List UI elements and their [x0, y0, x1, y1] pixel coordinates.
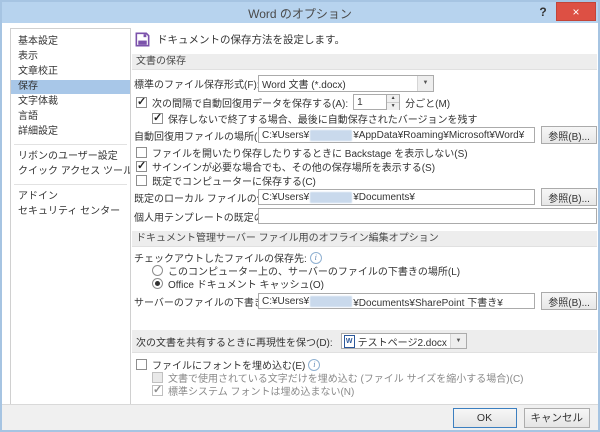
browse-server-drafts-button[interactable]: 参照(B)... — [541, 292, 597, 310]
autorecover-suffix-label: 分ごと(M) — [405, 98, 451, 110]
panel-header: ドキュメントの保存方法を設定します。 — [134, 30, 597, 48]
save-options-panel: ドキュメントの保存方法を設定します。 文書の保存 標準のファイル保存形式(F):… — [132, 26, 597, 398]
sidebar-item-display[interactable]: 表示 — [11, 50, 130, 64]
sidebar-divider — [14, 184, 127, 185]
file-format-label: 標準のファイル保存形式(F): — [134, 79, 258, 91]
browse-autorecover-button[interactable]: 参照(B)... — [541, 126, 597, 144]
sidebar-item-typography[interactable]: 文字体裁 — [11, 95, 130, 109]
check-icon: ✓ — [137, 159, 147, 172]
minutes-spinner[interactable]: ▲ ▼ — [387, 94, 401, 110]
check-icon: ✓ — [153, 111, 163, 124]
fidelity-doc-value: テストページ2.docx — [357, 337, 447, 349]
path-prefix: C:¥Users¥ — [262, 191, 310, 203]
office-cache-radio-label: Office ドキュメント キャッシュ(O) — [168, 280, 324, 291]
help-button[interactable]: ? — [534, 3, 552, 21]
sidebar-item-advanced[interactable]: 詳細設定 — [11, 125, 130, 139]
office-cache-radio-row: Office ドキュメント キャッシュ(O) — [152, 277, 597, 291]
local-path-input[interactable]: C:¥Users¥ ¥Documents¥ — [258, 189, 536, 205]
sidebar-item-general[interactable]: 基本設定 — [11, 35, 130, 49]
autorecover-path-input[interactable]: C:¥Users¥ ¥AppData¥Roaming¥Microsoft¥Wor… — [258, 127, 536, 143]
dropdown-arrow-icon[interactable]: ▼ — [417, 75, 433, 91]
info-icon[interactable]: i — [309, 251, 322, 264]
check-icon: ✓ — [153, 384, 163, 396]
server-drafts-radio[interactable] — [152, 265, 163, 276]
path-suffix: ¥AppData¥Roaming¥Microsoft¥Word¥ — [353, 129, 525, 141]
autorecover-checkbox[interactable]: ✓ — [136, 95, 147, 108]
local-path-row: 既定のローカル ファイルの保存場所(I): C:¥Users¥ ¥Documen… — [134, 188, 597, 206]
dialog-footer: OK キャンセル — [2, 404, 598, 430]
save-to-computer-checkbox[interactable] — [136, 174, 147, 186]
server-drafts-path-row: サーバーのファイルの下書きの場所(V): C:¥Users¥ ¥Document… — [134, 292, 597, 310]
section-fidelity: 次の文書を共有するときに再現性を保つ(D): W テストページ2.docx ▼ — [132, 330, 597, 353]
check-icon: ✓ — [137, 95, 147, 108]
fidelity-label: 次の文書を共有するときに再現性を保つ(D): — [136, 337, 333, 349]
sidebar-item-addins[interactable]: アドイン — [11, 190, 130, 204]
redacted-username — [310, 191, 353, 203]
save-floppy-icon — [135, 32, 150, 46]
path-prefix: C:¥Users¥ — [262, 129, 310, 141]
template-path-input[interactable] — [258, 208, 597, 224]
autorecover-row: ✓ 次の間隔で自動回復用データを保存する(A): 1 ▲ ▼ 分ごと(M) — [136, 93, 597, 111]
browse-local-button[interactable]: 参照(B)... — [541, 188, 597, 206]
server-drafts-path-input[interactable]: C:¥Users¥ ¥Documents¥SharePoint 下書き¥ — [258, 293, 536, 309]
word-doc-icon: W — [343, 334, 355, 348]
autorecover-label: 次の間隔で自動回復用データを保存する(A): — [152, 98, 349, 110]
keep-unsaved-checkbox[interactable]: ✓ — [152, 111, 163, 124]
show-places-checkbox[interactable]: ✓ — [136, 159, 147, 172]
no-backstage-label: ファイルを開いたり保存したりするときに Backstage を表示しない(S) — [152, 148, 468, 160]
section-offline-editing: ドキュメント管理サーバー ファイル用のオフライン編集オプション — [132, 231, 597, 247]
keep-unsaved-label: 保存しないで終了する場合、最後に自動保存されたバージョンを残す — [168, 114, 478, 126]
path-prefix: C:¥Users¥ — [262, 295, 310, 307]
path-suffix: ¥Documents¥SharePoint 下書き¥ — [353, 297, 503, 309]
autorecover-minutes-input[interactable]: 1 — [353, 94, 388, 110]
dropdown-arrow-icon[interactable]: ▼ — [449, 334, 466, 348]
no-system-fonts-checkbox: ✓ — [152, 384, 163, 396]
sidebar-item-trust-center[interactable]: セキュリティ センター — [11, 205, 130, 219]
no-system-fonts-row: ✓ 標準システム フォントは埋め込まない(N) — [152, 384, 597, 398]
no-system-fonts-label: 標準システム フォントは埋め込まない(N) — [168, 387, 355, 398]
embed-used-only-checkbox — [152, 372, 163, 383]
info-icon[interactable]: i — [308, 358, 321, 371]
sidebar-divider — [14, 144, 127, 145]
close-button[interactable]: × — [556, 2, 596, 21]
template-path-row: 個人用テンプレートの既定の場所(T): — [134, 207, 597, 225]
fidelity-doc-select[interactable]: W テストページ2.docx ▼ — [340, 333, 467, 349]
embed-fonts-checkbox[interactable] — [136, 359, 147, 370]
title-bar: Word のオプション ? × — [2, 2, 598, 23]
local-path-label: 既定のローカル ファイルの保存場所(I): — [134, 193, 258, 205]
save-to-computer-label: 既定でコンピューターに保存する(C) — [152, 176, 316, 188]
path-suffix: ¥Documents¥ — [353, 191, 415, 203]
word-options-dialog: Word のオプション ? × 基本設定 表示 文章校正 保存 文字体裁 言語 … — [0, 0, 600, 432]
file-format-select[interactable]: Word 文書 (*.docx) ▼ — [258, 74, 434, 92]
show-places-label: サインインが必要な場合でも、その他の保存場所を表示する(S) — [152, 162, 436, 174]
no-backstage-checkbox[interactable] — [136, 146, 147, 158]
spin-up-icon[interactable]: ▲ — [387, 95, 400, 103]
template-path-label: 個人用テンプレートの既定の場所(T): — [134, 212, 258, 224]
keep-unsaved-row: ✓ 保存しないで終了する場合、最後に自動保存されたバージョンを残す — [152, 111, 597, 126]
sidebar-item-customize-ribbon[interactable]: リボンのユーザー設定 — [11, 150, 130, 164]
show-places-row: ✓ サインインが必要な場合でも、その他の保存場所を表示する(S) — [136, 159, 597, 174]
server-drafts-path-label: サーバーのファイルの下書きの場所(V): — [134, 297, 258, 309]
options-nav-sidebar: 基本設定 表示 文章校正 保存 文字体裁 言語 詳細設定 リボンのユーザー設定 … — [10, 28, 131, 405]
sidebar-item-proofing[interactable]: 文章校正 — [11, 65, 130, 79]
file-format-row: 標準のファイル保存形式(F): Word 文書 (*.docx) ▼ — [134, 74, 597, 92]
ok-button[interactable]: OK — [452, 407, 517, 428]
redacted-username — [310, 129, 353, 141]
panel-description: ドキュメントの保存方法を設定します。 — [157, 33, 345, 46]
sidebar-item-language[interactable]: 言語 — [11, 110, 130, 124]
redacted-username — [310, 295, 353, 307]
no-backstage-row: ファイルを開いたり保存したりするときに Backstage を表示しない(S) — [136, 145, 597, 160]
autorecover-path-row: 自動回復用ファイルの場所(R): C:¥Users¥ ¥AppData¥Roam… — [134, 126, 597, 144]
sidebar-item-quick-access-toolbar[interactable]: クイック アクセス ツール バー — [11, 165, 130, 179]
autorecover-path-label: 自動回復用ファイルの場所(R): — [134, 131, 258, 143]
file-format-value: Word 文書 (*.docx) — [262, 79, 346, 91]
cancel-button[interactable]: キャンセル — [523, 407, 590, 428]
spin-down-icon[interactable]: ▼ — [387, 103, 400, 110]
sidebar-item-save[interactable]: 保存 — [11, 80, 130, 94]
office-cache-radio[interactable] — [152, 278, 163, 289]
section-doc-save: 文書の保存 — [132, 54, 597, 70]
save-to-computer-row: 既定でコンピューターに保存する(C) — [136, 173, 597, 188]
dialog-title: Word のオプション — [248, 7, 352, 21]
